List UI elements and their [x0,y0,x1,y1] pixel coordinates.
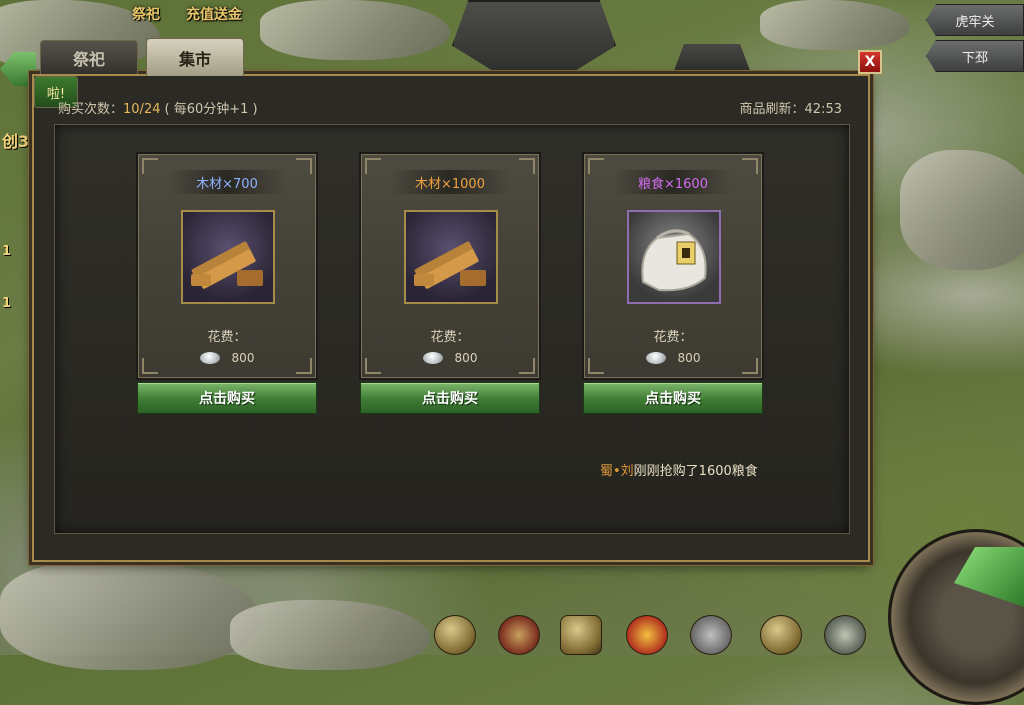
purchase-notice: 蜀•刘刚刚抢购了1600粮食 [600,460,758,479]
item-name: 粮食×1600 [614,170,732,194]
buy-count-label: 购买次数： [58,102,124,117]
top-tab-sacrifice[interactable]: 祭祀 [132,4,160,24]
silver-icon [422,352,443,364]
city-button-xiapi[interactable]: 下邳 [926,40,1024,72]
cost-row: 800 [584,351,762,365]
left-count: 1 [2,244,12,259]
item-name: 木材×700 [168,170,286,194]
fortress-city[interactable] [452,0,616,76]
gear-icon[interactable] [690,615,732,655]
cost-value: 800 [231,351,255,365]
item-card: 粮食×1600 花费： 800 [582,152,764,380]
refresh-timer: 商品刷新：42:53 [740,98,842,117]
cost-value: 800 [454,351,478,365]
buy-button[interactable]: 点击购买 [583,382,763,414]
cost-label: 花费： [207,330,247,345]
item-card: 木材×700 花费： 800 [136,152,318,380]
left-count: 1 [2,296,12,311]
item-card: 木材×1000 花费： 800 [359,152,541,380]
item-name: 木材×1000 [391,170,509,194]
city-button-hulaoguan[interactable]: 虎牢关 [926,4,1024,36]
mountain [760,0,910,50]
mountain [260,0,450,60]
buy-count-value: 10/24 [123,102,161,117]
cost-row: 800 [361,351,539,365]
small-building[interactable] [672,44,752,76]
flag-icon[interactable] [760,615,802,655]
mask-icon[interactable] [824,615,866,655]
buy-button[interactable]: 点击购买 [360,382,540,414]
mountain [900,150,1024,270]
refresh-value: 42:53 [804,102,842,117]
buy-button[interactable]: 点击购买 [137,382,317,414]
buy-count: 购买次数：10/24( 每60分钟+1 ) [58,98,258,117]
tab-sacrifice[interactable]: 祭祀 [40,40,138,74]
cost-value: 800 [677,351,701,365]
silver-icon [199,352,220,364]
wood-planks-icon [181,210,275,304]
cost-label: 花费： [430,330,470,345]
refresh-label: 商品刷新： [739,102,805,117]
notice-text: 刚刚抢购了1600粮食 [633,464,758,479]
mountain [230,600,430,670]
scroll-icon[interactable] [560,615,602,655]
tab-market[interactable]: 集市 [146,38,244,76]
buy-count-note: ( 每60分钟+1 ) [164,102,258,117]
warrior-icon[interactable] [498,615,540,655]
notice-player[interactable]: 蜀•刘 [600,464,634,479]
silver-icon [645,352,666,364]
coin-icon[interactable] [434,615,476,655]
close-button[interactable]: X [858,50,882,74]
top-tab-recharge[interactable]: 充值送金 [186,4,242,24]
cost-label: 花费： [653,330,693,345]
grain-sack-icon [627,210,721,304]
mountain [0,560,260,670]
market-panel: 祭祀 集市 啦! X 购买次数：10/24( 每60分钟+1 ) 商品刷新：42… [32,38,882,562]
wood-planks-icon [404,210,498,304]
cost-row: 800 [138,351,316,365]
palace-icon[interactable] [626,615,668,655]
